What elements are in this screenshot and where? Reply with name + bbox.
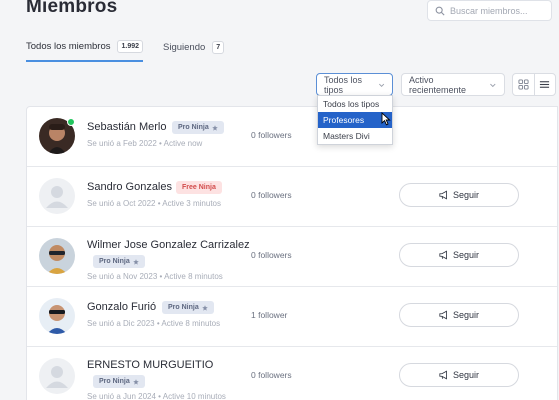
megaphone-icon <box>439 250 447 260</box>
list-view-button[interactable] <box>533 74 555 95</box>
member-meta: Se unió a Nov 2023 • Active 8 minutos <box>87 272 223 281</box>
dropdown-option-all-types[interactable]: Todos los tipos <box>318 96 392 112</box>
badge-label: Free Ninja <box>182 184 216 191</box>
member-type-select[interactable]: Todos los tipos <box>316 73 393 96</box>
member-row: ERNESTO MURGUEITIO Pro Ninja Se unió a J… <box>27 347 557 400</box>
avatar[interactable] <box>39 358 75 394</box>
follow-label: Seguir <box>452 310 479 320</box>
member-tabs: Todos los miembros 1.992 Siguiendo 7 <box>26 40 244 62</box>
avatar[interactable] <box>39 298 75 334</box>
member-meta: Se unió a Jun 2024 • Active 10 minutos <box>87 392 226 400</box>
badge-label: Pro Ninja <box>178 124 209 131</box>
view-toggle <box>512 73 556 96</box>
mouse-cursor-icon <box>381 112 391 126</box>
chevron-down-icon <box>378 83 384 87</box>
follow-button[interactable]: Seguir <box>399 303 519 327</box>
search-icon <box>435 6 445 16</box>
member-badge: Pro Ninja <box>162 301 214 314</box>
member-badge: Free Ninja <box>176 181 222 194</box>
star-icon <box>201 304 208 311</box>
tab-count-badge: 1.992 <box>117 40 144 53</box>
follow-button[interactable]: Seguir <box>399 243 519 267</box>
member-row: Sebastián Merlo Pro Ninja Se unió a Feb … <box>27 107 557 167</box>
badge-label: Pro Ninja <box>168 304 199 311</box>
member-badge: Pro Ninja <box>172 121 224 134</box>
follower-count: 0 followers <box>251 190 292 200</box>
star-icon <box>132 378 139 385</box>
member-name[interactable]: Gonzalo Furió <box>87 301 156 313</box>
follower-count: 0 followers <box>251 370 292 380</box>
tab-all-members[interactable]: Todos los miembros 1.992 <box>26 40 144 62</box>
avatar[interactable] <box>39 178 75 214</box>
member-meta: Se unió a Feb 2022 • Active now <box>87 139 203 148</box>
follow-label: Seguir <box>452 250 479 260</box>
tab-label: Siguiendo <box>163 42 206 53</box>
member-meta: Se unió a Dic 2023 • Active 8 minutos <box>87 319 221 328</box>
chevron-down-icon <box>490 83 496 87</box>
tab-count-badge: 7 <box>212 41 225 54</box>
avatar[interactable] <box>39 238 75 274</box>
member-row: Gonzalo Furió Pro Ninja Se unió a Dic 20… <box>27 287 557 347</box>
search-box[interactable] <box>427 0 552 21</box>
member-name[interactable]: Sandro Gonzales <box>87 181 172 193</box>
follow-button[interactable]: Seguir <box>399 363 519 387</box>
member-row: Sandro Gonzales Free Ninja Se unió a Oct… <box>27 167 557 227</box>
megaphone-icon <box>439 310 447 320</box>
megaphone-icon <box>439 190 447 200</box>
grid-view-button[interactable] <box>513 74 534 95</box>
member-name[interactable]: Sebastián Merlo <box>87 121 167 133</box>
online-indicator <box>67 118 75 126</box>
follower-count: 0 followers <box>251 130 292 140</box>
star-icon <box>132 258 139 265</box>
follower-count: 0 followers <box>251 250 292 260</box>
badge-label: Pro Ninja <box>99 258 130 265</box>
dropdown-option-masters-divi[interactable]: Masters Divi <box>318 128 392 144</box>
megaphone-icon <box>439 370 447 380</box>
select-value: Activo recientemente <box>409 74 467 95</box>
page-title: Miembros <box>26 0 118 17</box>
select-value: Todos los tipos <box>324 74 363 95</box>
follow-label: Seguir <box>452 370 479 380</box>
tab-following[interactable]: Siguiendo 7 <box>163 40 225 62</box>
star-icon <box>211 124 218 131</box>
member-badge: Pro Ninja <box>93 255 145 268</box>
member-row: Wilmer Jose Gonzalez Carrizalez Pro Ninj… <box>27 227 557 287</box>
grid-icon <box>518 79 529 90</box>
follow-button[interactable]: Seguir <box>399 183 519 207</box>
member-name[interactable]: ERNESTO MURGUEITIO <box>87 359 213 371</box>
search-input[interactable] <box>450 5 550 16</box>
members-list: Sebastián Merlo Pro Ninja Se unió a Feb … <box>26 106 558 400</box>
member-badge: Pro Ninja <box>93 375 145 388</box>
follower-count: 1 follower <box>251 310 288 320</box>
list-icon <box>540 81 550 88</box>
tab-label: Todos los miembros <box>26 41 111 52</box>
member-meta: Se unió a Oct 2022 • Active 3 minutos <box>87 199 221 208</box>
activity-sort-select[interactable]: Activo recientemente <box>401 73 505 96</box>
member-name[interactable]: Wilmer Jose Gonzalez Carrizalez <box>87 239 250 251</box>
badge-label: Pro Ninja <box>99 378 130 385</box>
follow-label: Seguir <box>452 190 479 200</box>
